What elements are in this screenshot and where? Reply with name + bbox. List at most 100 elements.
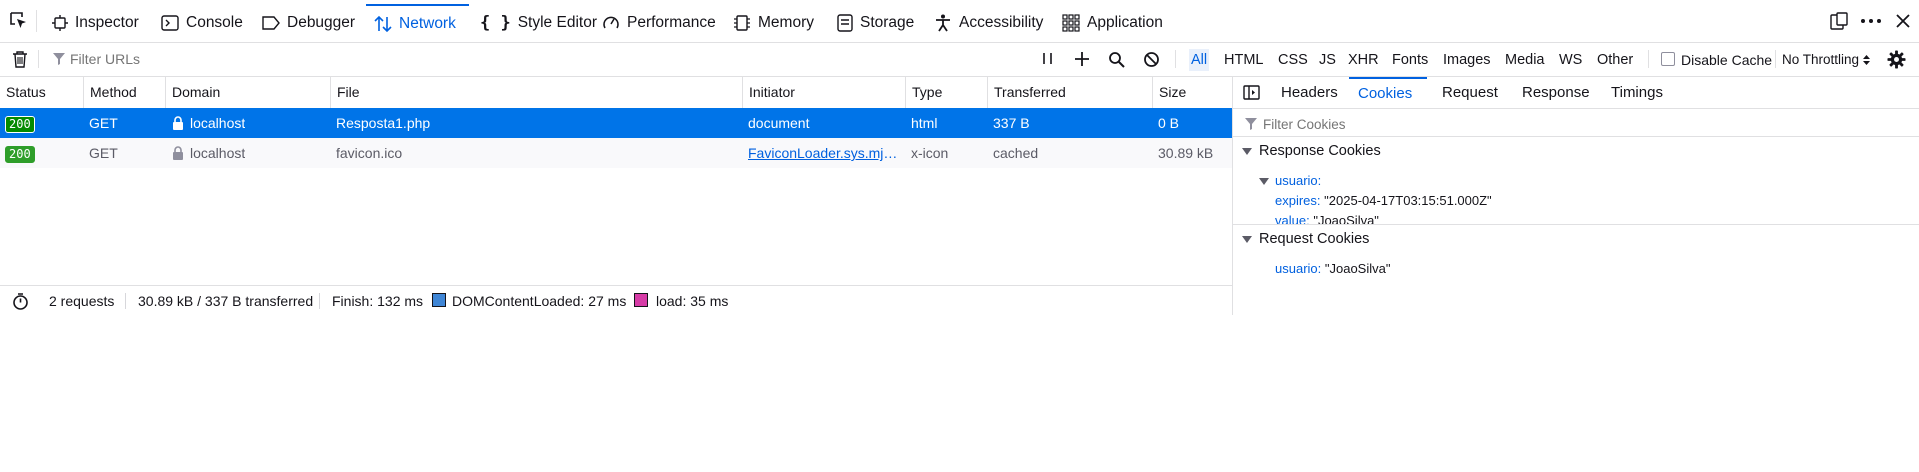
tab-label: Memory [758, 14, 814, 31]
status-badge: 200 [5, 116, 35, 133]
close-icon[interactable] [1895, 13, 1911, 29]
filter-type-media[interactable]: Media [1505, 49, 1545, 71]
pause-icon[interactable] [1041, 50, 1055, 68]
domain-text: localhost [190, 145, 246, 161]
summary-bar: 2 requests 30.89 kB / 337 B transferred … [0, 285, 1232, 316]
column-header-status[interactable]: Status [0, 77, 84, 108]
more-options-icon[interactable] [1860, 12, 1882, 30]
finish-time: Finish: 132 ms [332, 293, 424, 309]
tab-debugger[interactable]: Debugger [262, 4, 355, 42]
tab-label: Style Editor [517, 14, 597, 31]
file-cell: Resposta1.php [336, 115, 431, 131]
stopwatch-icon[interactable] [12, 293, 29, 310]
tab-style-editor[interactable]: { } Style Editor [480, 4, 597, 42]
domain-text: localhost [190, 115, 246, 131]
tab-performance[interactable]: Performance [602, 4, 716, 42]
select-arrows-icon [1863, 54, 1871, 66]
tab-console[interactable]: Console [161, 4, 243, 42]
property-value: "2025-04-17T03:15:51.000Z" [1324, 193, 1492, 208]
cookie-name: usuario: [1275, 173, 1322, 188]
filter-icon [1245, 118, 1257, 130]
debugger-icon [262, 15, 280, 31]
disable-cache-checkbox[interactable] [1661, 52, 1675, 66]
filter-urls-input[interactable] [70, 48, 770, 70]
summary-divider [125, 293, 126, 309]
toggle-sidebar-icon[interactable] [1243, 85, 1260, 100]
column-header-transferred[interactable]: Transferred [988, 77, 1153, 108]
request-details-panel: Headers Cookies Request Response Timings… [1233, 77, 1919, 315]
initiator-link[interactable]: FaviconLoader.sys.mjs:... [748, 138, 898, 168]
tab-label: Debugger [287, 14, 356, 31]
filter-type-html[interactable]: HTML [1224, 49, 1263, 71]
trash-icon[interactable] [12, 50, 28, 68]
filter-type-js[interactable]: JS [1319, 49, 1336, 71]
filter-type-images[interactable]: Images [1443, 49, 1491, 71]
property-key: expires: [1275, 193, 1321, 208]
toolbar-divider [36, 10, 37, 32]
element-picker-icon[interactable] [8, 10, 28, 30]
tab-headers[interactable]: Headers [1281, 77, 1338, 108]
inspector-icon [52, 15, 68, 31]
request-cookies-header[interactable]: Request Cookies [1233, 224, 1919, 254]
dom-content-loaded-swatch [432, 293, 446, 307]
tab-network[interactable]: Network [366, 4, 469, 42]
status-cell: 200 [5, 108, 35, 138]
throttling-select[interactable]: No Throttling [1782, 49, 1871, 71]
filter-type-fonts[interactable]: Fonts [1392, 49, 1428, 71]
cookie-tree-node[interactable]: usuario: [1259, 172, 1321, 190]
tab-label: Inspector [75, 14, 139, 31]
tab-memory[interactable]: Memory [733, 4, 814, 42]
filter-type-other[interactable]: Other [1597, 49, 1633, 71]
tab-accessibility[interactable]: Accessibility [934, 4, 1043, 42]
tab-request[interactable]: Request [1442, 77, 1498, 108]
load-swatch [634, 293, 648, 307]
add-request-icon[interactable] [1074, 51, 1090, 67]
column-header-file[interactable]: File [331, 77, 743, 108]
disable-cache-label: Disable Cache [1681, 52, 1773, 68]
summary-divider [319, 293, 320, 309]
tab-inspector[interactable]: Inspector [52, 4, 139, 42]
size-cell: 0 B [1158, 115, 1180, 131]
storage-icon [837, 14, 853, 32]
column-header-size[interactable]: Size [1153, 77, 1232, 108]
property-value: "JoaoSilva" [1324, 261, 1391, 276]
tab-timings[interactable]: Timings [1611, 77, 1663, 108]
filter-type-all[interactable]: All [1189, 49, 1210, 71]
chevron-down-icon [1242, 148, 1252, 155]
block-request-icon[interactable] [1143, 51, 1160, 68]
column-header-initiator[interactable]: Initiator [743, 77, 906, 108]
column-header-type[interactable]: Type [906, 77, 988, 108]
tab-label: Application [1087, 14, 1163, 31]
filter-type-xhr[interactable]: XHR [1348, 49, 1379, 71]
gear-icon[interactable] [1887, 50, 1906, 69]
table-row[interactable]: 200 GET localhost favicon.ico FaviconLoa… [0, 138, 1232, 168]
details-tabs: Headers Cookies Request Response Timings [1233, 77, 1919, 109]
domain-cell: localhost [172, 108, 245, 138]
type-cell: html [911, 115, 938, 131]
tab-application[interactable]: Application [1062, 4, 1163, 42]
tab-storage[interactable]: Storage [837, 4, 914, 42]
filter-type-css[interactable]: CSS [1278, 49, 1308, 71]
console-icon [161, 15, 179, 31]
network-filter-bar: All HTML CSS JS XHR Fonts Images Media W… [0, 42, 1919, 77]
column-header-domain[interactable]: Domain [166, 77, 331, 108]
transferred-cell: 337 B [993, 115, 1030, 131]
tab-label: Accessibility [959, 14, 1044, 31]
transferred-cell: cached [993, 145, 1039, 161]
property-key: usuario: [1275, 261, 1322, 276]
table-header-row: Status Method Domain File Initiator Type… [0, 77, 1232, 109]
tab-cookies[interactable]: Cookies [1349, 77, 1427, 108]
search-icon[interactable] [1108, 51, 1125, 68]
dock-side-icon[interactable] [1830, 12, 1848, 30]
transferred-total: 30.89 kB / 337 B transferred [138, 293, 314, 309]
request-count: 2 requests [49, 293, 115, 309]
table-row[interactable]: 200 GET localhost Resposta1.php document… [0, 108, 1232, 138]
application-icon [1062, 14, 1080, 32]
filter-icon [53, 53, 65, 65]
filter-cookies-input[interactable] [1263, 113, 1883, 135]
filter-type-ws[interactable]: WS [1559, 49, 1582, 71]
tab-response[interactable]: Response [1522, 77, 1590, 108]
response-cookies-header[interactable]: Response Cookies [1233, 136, 1919, 166]
column-header-method[interactable]: Method [84, 77, 166, 108]
toolbar-divider [1775, 50, 1776, 68]
